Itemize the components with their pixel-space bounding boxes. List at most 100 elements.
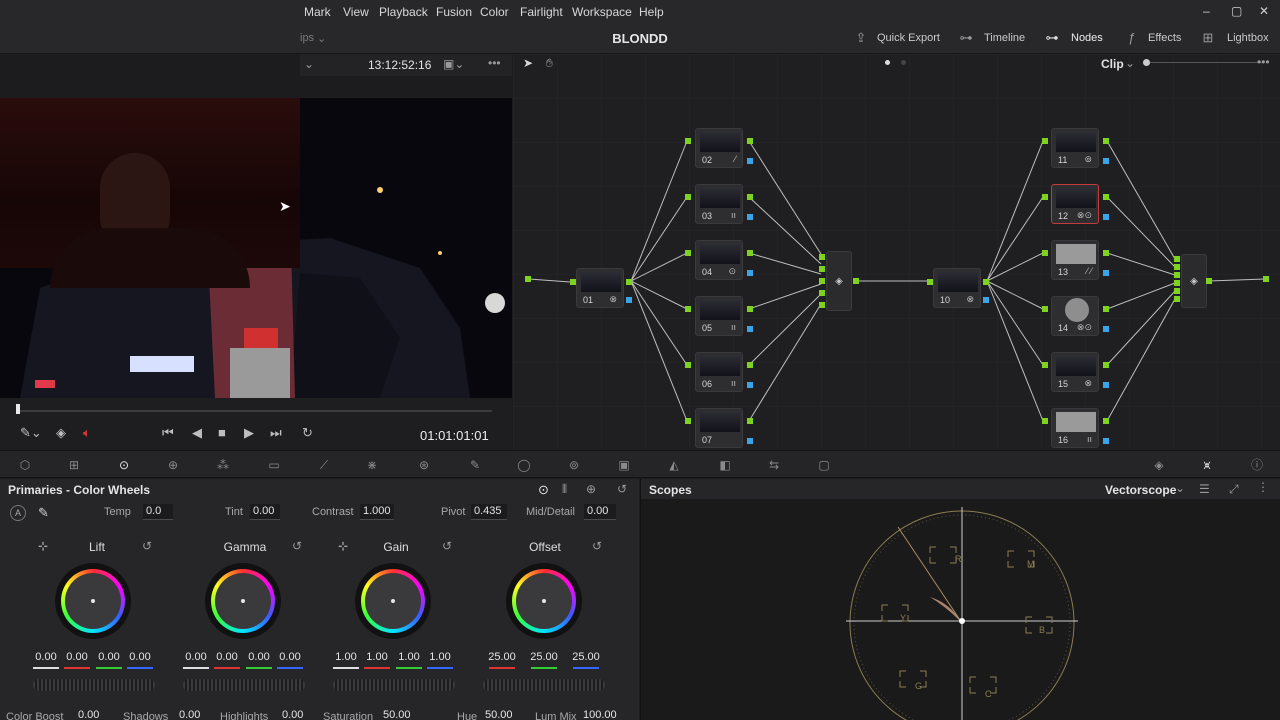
- lum-mix-field[interactable]: 100.00: [583, 709, 617, 720]
- gain-b[interactable]: 1.00: [425, 651, 455, 663]
- loop-icon[interactable]: ↻: [302, 425, 313, 441]
- reset-icon[interactable]: ↺: [142, 539, 152, 553]
- bars-mode-icon[interactable]: ⫴: [562, 482, 567, 497]
- display-mode-icon[interactable]: ▣⌄: [443, 57, 464, 71]
- offset-wheel[interactable]: [506, 563, 582, 639]
- node-03[interactable]: 03 ıı: [695, 184, 743, 224]
- shadows-field[interactable]: 0.00: [179, 709, 200, 720]
- eyedropper-icon[interactable]: ✎: [467, 457, 483, 473]
- temp-field[interactable]: 0.0: [143, 504, 173, 520]
- contrast-field[interactable]: 1.000: [360, 504, 394, 520]
- gamma-r[interactable]: 0.00: [212, 651, 242, 663]
- offset-b[interactable]: 25.00: [568, 651, 604, 663]
- highlights-field[interactable]: 0.00: [282, 709, 303, 720]
- eyedropper-icon[interactable]: ✎⌄: [20, 425, 42, 441]
- node-15[interactable]: 15 ⊗: [1051, 352, 1099, 392]
- node-05[interactable]: 05 ıı: [695, 296, 743, 336]
- gain-r[interactable]: 1.00: [362, 651, 392, 663]
- layer-mixer-node[interactable]: ◈: [826, 251, 852, 311]
- reset-icon[interactable]: ↺: [617, 482, 627, 496]
- gamma-y[interactable]: 0.00: [181, 651, 211, 663]
- node-04[interactable]: 04 ⊙: [695, 240, 743, 280]
- pivot-field[interactable]: 0.435: [471, 504, 507, 520]
- lightbox-button[interactable]: Lightbox: [1227, 32, 1269, 44]
- lift-b[interactable]: 0.00: [125, 651, 155, 663]
- color-boost-field[interactable]: 0.00: [78, 709, 99, 720]
- reverse-play-icon[interactable]: ◀: [192, 425, 202, 441]
- scrub-bar[interactable]: [18, 410, 492, 412]
- window-icon[interactable]: ◯: [516, 457, 532, 473]
- menu-help[interactable]: Help: [639, 5, 664, 19]
- offset-g[interactable]: 25.00: [526, 651, 562, 663]
- minimize-button[interactable]: –: [1203, 4, 1210, 18]
- maximize-button[interactable]: ▢: [1231, 4, 1242, 18]
- node-11[interactable]: 11 ⊚: [1051, 128, 1099, 168]
- mute-icon[interactable]: 🔈︎: [83, 425, 91, 441]
- auto-balance-icon[interactable]: A: [10, 505, 26, 521]
- camera-raw-icon[interactable]: ⬡: [17, 457, 33, 473]
- log-mode-icon[interactable]: ⊕: [586, 482, 596, 496]
- settings-icon[interactable]: ☰: [1199, 482, 1210, 496]
- menu-mark[interactable]: Mark: [304, 5, 331, 19]
- tracker-icon[interactable]: ⊚: [566, 457, 582, 473]
- clips-button[interactable]: ips: [300, 32, 314, 44]
- sizing-icon[interactable]: ⇆: [766, 457, 782, 473]
- saturation-field[interactable]: 50.00: [383, 709, 411, 720]
- stop-icon[interactable]: ■: [218, 425, 226, 440]
- node-13[interactable]: 13 ⁄ ⁄: [1051, 240, 1099, 280]
- chevron-down-icon[interactable]: ⌄: [304, 57, 314, 71]
- playhead[interactable]: [16, 404, 20, 414]
- output-port[interactable]: [1263, 276, 1269, 282]
- layer-icon[interactable]: ◈: [56, 425, 66, 441]
- motion-effects-icon[interactable]: ▭: [266, 457, 282, 473]
- gamma-wheel[interactable]: [205, 563, 281, 639]
- qualifier-icon[interactable]: ⊛: [416, 457, 432, 473]
- gain-g[interactable]: 1.00: [394, 651, 424, 663]
- gamma-g[interactable]: 0.00: [244, 651, 274, 663]
- color-wheels-icon[interactable]: ⊙: [116, 457, 132, 473]
- 3d-icon[interactable]: ▢: [816, 457, 832, 473]
- menu-fusion[interactable]: Fusion: [436, 5, 472, 19]
- offset-master-wheel[interactable]: [483, 679, 605, 691]
- scope-type-select[interactable]: Vectorscope: [1105, 483, 1176, 497]
- node-02[interactable]: 02 ⁄: [695, 128, 743, 168]
- chevron-down-icon[interactable]: ⌄: [1175, 481, 1185, 495]
- node-01[interactable]: 01 ⊗: [576, 268, 624, 308]
- lift-wheel[interactable]: [55, 563, 131, 639]
- quick-export-button[interactable]: Quick Export: [877, 32, 940, 44]
- scopes-icon[interactable]: ⩙: [1199, 457, 1215, 473]
- more-options-icon[interactable]: ⋮: [1257, 480, 1269, 494]
- key-icon[interactable]: ◧: [717, 457, 733, 473]
- gain-master-wheel[interactable]: [333, 679, 455, 691]
- menu-fairlight[interactable]: Fairlight: [520, 5, 563, 19]
- tint-field[interactable]: 0.00: [250, 504, 280, 520]
- close-button[interactable]: ✕: [1259, 4, 1269, 18]
- offset-r[interactable]: 25.00: [484, 651, 520, 663]
- mid-detail-field[interactable]: 0.00: [584, 504, 616, 520]
- magic-mask-icon[interactable]: ▣: [616, 457, 632, 473]
- gamma-b[interactable]: 0.00: [275, 651, 305, 663]
- layer-mixer-node[interactable]: ◈: [1181, 254, 1207, 308]
- curves-icon[interactable]: ⟋: [316, 457, 332, 473]
- lift-master-wheel[interactable]: [33, 679, 155, 691]
- picker-icon[interactable]: ⊹: [38, 539, 48, 553]
- info-icon[interactable]: ⓘ: [1249, 457, 1265, 473]
- node-16[interactable]: 16 ıı: [1051, 408, 1099, 448]
- skip-forward-icon[interactable]: ⏭: [270, 425, 282, 441]
- node-12-selected[interactable]: 12 ⊗⊙: [1051, 184, 1099, 224]
- hue-field[interactable]: 50.00: [485, 709, 513, 720]
- timeline-button[interactable]: Timeline: [984, 32, 1025, 44]
- reset-icon[interactable]: ↺: [292, 539, 302, 553]
- node-06[interactable]: 06 ıı: [695, 352, 743, 392]
- gamma-master-wheel[interactable]: [183, 679, 305, 691]
- hdr-icon[interactable]: ⊕: [165, 457, 181, 473]
- wheels-mode-icon[interactable]: ⊙: [538, 482, 549, 498]
- menu-view[interactable]: View: [343, 5, 369, 19]
- blur-icon[interactable]: ◭: [666, 457, 682, 473]
- more-options-icon[interactable]: •••: [488, 56, 501, 70]
- white-balance-picker-icon[interactable]: ✎: [38, 505, 49, 521]
- color-match-icon[interactable]: ⊞: [66, 457, 82, 473]
- reset-icon[interactable]: ↺: [592, 539, 602, 553]
- lift-g[interactable]: 0.00: [94, 651, 124, 663]
- rgb-mixer-icon[interactable]: ⁂: [215, 457, 231, 473]
